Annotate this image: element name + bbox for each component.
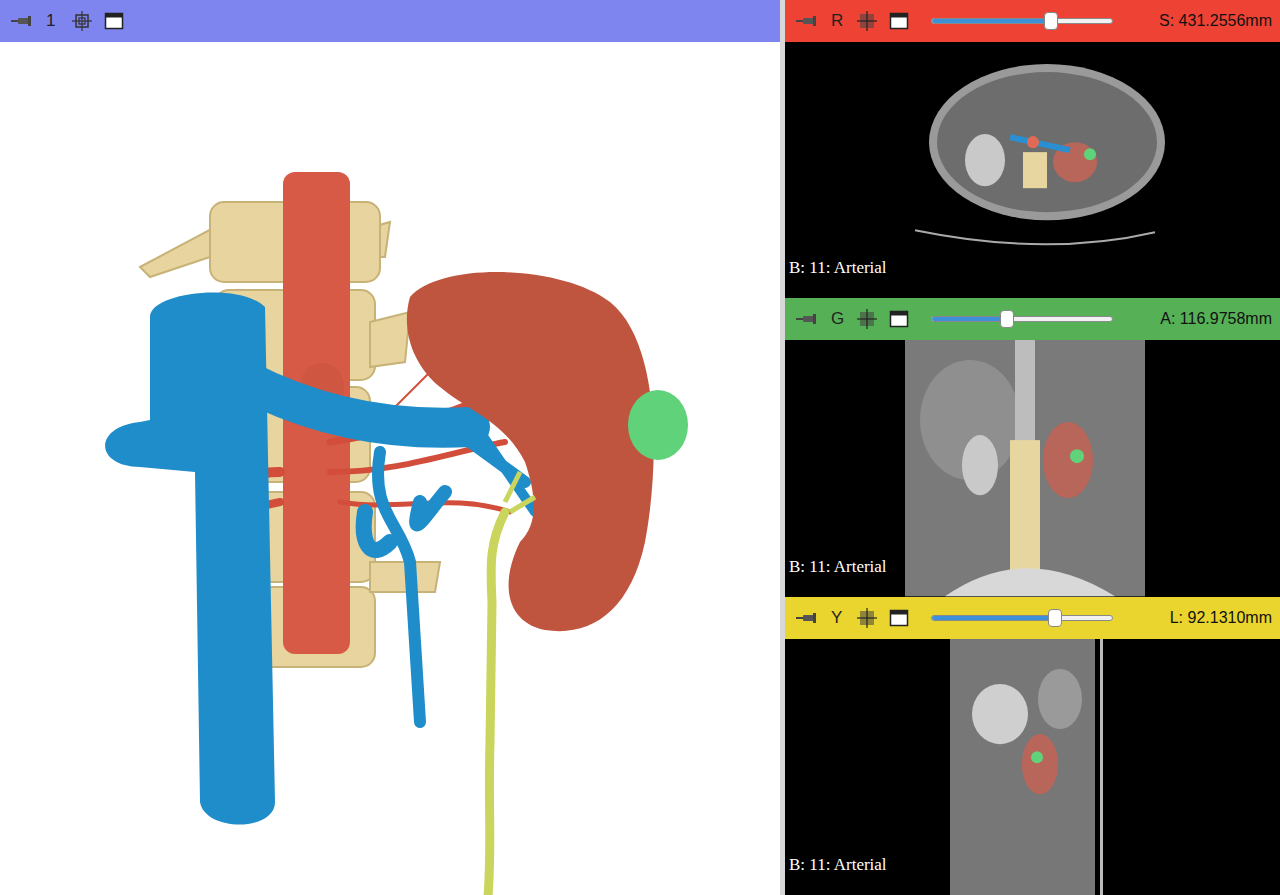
slice-view: Y L: 92.1310mm B: 11: Arterial <box>785 597 1280 895</box>
pin-icon[interactable] <box>795 611 819 625</box>
slice-name: G <box>831 309 845 329</box>
kidney-model[interactable] <box>0 42 780 895</box>
slice-name: Y <box>831 608 845 628</box>
3d-view-header: 1 <box>0 0 780 42</box>
slider-thumb[interactable] <box>1044 12 1058 30</box>
view-label: 1 <box>46 11 60 31</box>
slice-offset: L: 92.1310mm <box>1170 609 1272 627</box>
pin-icon[interactable] <box>795 312 819 326</box>
slice-view: R S: 431.2556mm B: 11: Arterial <box>785 0 1280 298</box>
3d-render[interactable] <box>0 42 780 895</box>
slider-thumb[interactable] <box>1000 310 1014 328</box>
3d-view: 1 <box>0 0 780 895</box>
maximize-view-icon[interactable] <box>104 11 124 31</box>
maximize-view-icon[interactable] <box>889 309 909 329</box>
pin-icon[interactable] <box>795 14 819 28</box>
slice-views: R S: 431.2556mm B: 11: Arterial G A: 116… <box>785 0 1280 895</box>
slider-track <box>931 18 1113 24</box>
background-volume-label: B: 11: Arterial <box>789 557 887 577</box>
slice-header: G A: 116.9758mm <box>785 298 1280 340</box>
slider-track <box>931 316 1113 322</box>
link-icon[interactable] <box>857 608 877 628</box>
maximize-view-icon[interactable] <box>889 11 909 31</box>
slicer-window: 1 R S: 431.2556mm B: 11: Arterial G A: 1… <box>0 0 1280 895</box>
slider-thumb[interactable] <box>1048 609 1062 627</box>
background-volume-label: B: 11: Arterial <box>789 855 887 875</box>
slice-header: Y L: 92.1310mm <box>785 597 1280 639</box>
background-volume-label: B: 11: Arterial <box>789 258 887 278</box>
ct-image[interactable]: B: 11: Arterial <box>785 42 1280 298</box>
slider-fill <box>932 19 1051 23</box>
center-view-icon[interactable] <box>72 11 92 31</box>
offset-slider[interactable] <box>931 11 1113 31</box>
link-icon[interactable] <box>857 309 877 329</box>
slice-header: R S: 431.2556mm <box>785 0 1280 42</box>
slider-track <box>931 615 1113 621</box>
offset-slider[interactable] <box>931 608 1113 628</box>
maximize-view-icon[interactable] <box>889 608 909 628</box>
offset-slider[interactable] <box>931 309 1113 329</box>
ct-image[interactable]: B: 11: Arterial <box>785 639 1280 895</box>
slider-fill <box>932 317 1008 321</box>
slider-fill <box>932 616 1054 620</box>
slice-offset: A: 116.9758mm <box>1160 310 1272 328</box>
slice-name: R <box>831 11 845 31</box>
pin-icon[interactable] <box>10 14 34 28</box>
slice-view: G A: 116.9758mm B: 11: Arterial <box>785 298 1280 596</box>
link-icon[interactable] <box>857 11 877 31</box>
slice-offset: S: 431.2556mm <box>1159 12 1272 30</box>
ct-image[interactable]: B: 11: Arterial <box>785 340 1280 596</box>
